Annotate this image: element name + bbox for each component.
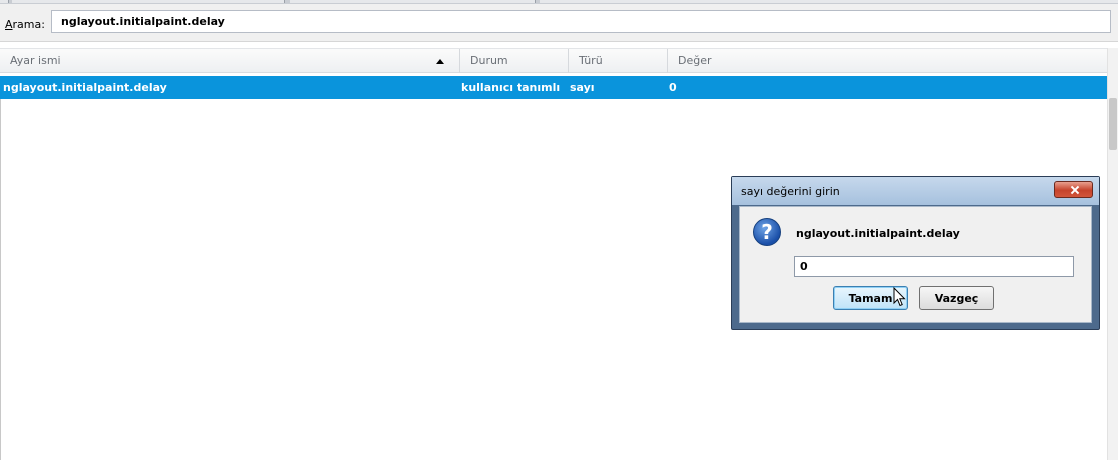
cancel-button[interactable]: Vazgeç	[919, 286, 994, 310]
column-header-type[interactable]: Türü	[568, 49, 667, 73]
search-bar: Arama:	[0, 4, 1118, 42]
close-icon[interactable]	[1054, 181, 1093, 198]
row-name: nglayout.initialpaint.delay	[3, 81, 167, 94]
sort-ascending-icon	[436, 59, 444, 64]
dialog-message: nglayout.initialpaint.delay	[796, 227, 960, 240]
row-type: sayı	[570, 81, 595, 94]
tab[interactable]	[290, 0, 536, 3]
scrollbar-thumb[interactable]	[1109, 98, 1117, 150]
tab[interactable]	[0, 0, 9, 3]
column-header-value[interactable]: Değer	[667, 49, 1107, 73]
search-label: Arama:	[5, 18, 45, 31]
search-input[interactable]	[51, 10, 1111, 33]
row-value: 0	[669, 81, 677, 94]
prompt-dialog: sayı değerini girin ? nglayout.initialpa…	[731, 176, 1100, 330]
list-border	[0, 99, 1, 460]
dialog-title-bar[interactable]: sayı değerini girin	[732, 177, 1099, 205]
question-icon: ?	[753, 218, 781, 246]
vertical-scrollbar[interactable]	[1107, 48, 1118, 460]
dialog-title: sayı değerini girin	[741, 185, 840, 198]
tab[interactable]	[12, 0, 285, 3]
column-header-name[interactable]: Ayar ismi	[0, 49, 459, 73]
row-status: kullanıcı tanımlı	[461, 81, 561, 94]
column-header-status[interactable]: Durum	[459, 49, 568, 73]
value-input[interactable]	[794, 256, 1074, 277]
tab[interactable]	[540, 0, 1118, 3]
dialog-body: ? nglayout.initialpaint.delay Tamam Vazg…	[739, 206, 1092, 323]
table-row[interactable]: nglayout.initialpaint.delay kullanıcı ta…	[0, 76, 1107, 99]
column-header-row: Ayar ismi Durum Türü Değer	[0, 48, 1118, 73]
